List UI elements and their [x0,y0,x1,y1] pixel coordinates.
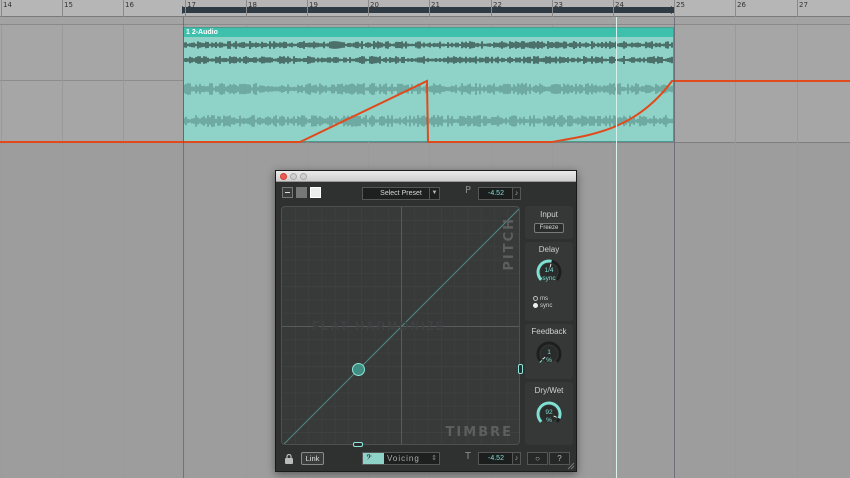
bar-tick [307,0,308,17]
bar-number: 27 [799,1,808,9]
loop-end-line [674,17,675,478]
drywet-value: 92 [545,409,553,416]
pitch-slider-handle[interactable] [518,364,523,374]
pitch-value-field[interactable]: -4.52 [478,187,514,200]
delay-title: Delay [538,245,560,254]
close-window-icon[interactable] [280,173,287,180]
plugin-titlebar[interactable] [276,171,576,182]
ruler-lower-strip [0,17,850,25]
bar-number: 16 [125,1,134,9]
loop-start-line [183,17,184,478]
timbre-letter: T [465,451,472,462]
bar-tick [735,0,736,17]
view-large-icon[interactable] [310,187,321,198]
bar-number: 26 [737,1,746,9]
bar-tick [674,0,675,17]
feedback-value: 1 [547,349,551,356]
bar-number: 17 [187,1,196,9]
automation-envelope[interactable] [0,25,850,145]
automation-line[interactable] [0,79,850,143]
preset-dropdown-arrow-icon[interactable]: ▼ [429,188,439,199]
side-panel: Input Freeze Delay 1/4 sync ms sync Feed… [525,206,573,445]
voicing-selector[interactable]: 𝄢 Voicing ⇕ [362,452,440,465]
pitch-note-icon[interactable]: ♪ [512,187,521,200]
bar-tick [491,0,492,17]
delay-value: 1/4 [544,267,554,274]
plugin-toolbar: Select Preset ▼ P -4.52 ♪ [276,182,576,204]
drywet-unit: % [546,417,552,424]
drywet-section: Dry/Wet 92 % [525,382,573,445]
timeline-ruler[interactable]: 14 15 16 17 18 19 20 21 22 23 24 25 26 27 [0,0,850,17]
bar-number: 14 [3,1,12,9]
pitch-letter: P [465,185,472,196]
bar-number: 23 [554,1,563,9]
input-section: Input Freeze [525,206,573,239]
xy-pad-handle[interactable] [352,363,365,376]
bar-number: 19 [309,1,318,9]
preset-selector[interactable]: Select Preset ▼ [362,187,440,200]
bar-tick [797,0,798,17]
delay-mode-ms[interactable]: ms [533,296,548,302]
voicing-stepper-icon[interactable]: ⇕ [431,453,437,464]
bar-tick [552,0,553,17]
bar-tick [368,0,369,17]
resize-grip-icon[interactable] [567,462,575,470]
playhead[interactable] [616,17,617,478]
bar-tick [613,0,614,17]
bar-tick [62,0,63,17]
bar-number: 22 [493,1,502,9]
drywet-title: Dry/Wet [534,386,564,395]
feedback-title: Feedback [531,327,567,336]
view-small-icon[interactable] [282,187,293,198]
loop-end-marker[interactable] [666,6,672,14]
dash-icon [285,192,290,193]
delay-unit: sync [542,275,556,282]
bar-number: 20 [370,1,379,9]
timbre-slider-handle[interactable] [353,442,363,447]
sync-label: sync [540,303,553,309]
timbre-value-field[interactable]: -4.52 [478,452,514,465]
voicing-label: Voicing [387,454,420,463]
pad-ghost-label: FLAT HARMONIZE [312,319,446,333]
zoom-window-icon[interactable] [300,173,307,180]
pitch-timbre-xy-pad[interactable]: FLAT HARMONIZE PITCH TIMBRE [281,206,520,445]
preset-label: Select Preset [380,190,422,197]
input-title: Input [540,210,558,219]
timbre-note-icon[interactable]: ♪ [512,452,521,465]
bar-number: 15 [64,1,73,9]
delay-mode-sync[interactable]: sync [533,303,552,309]
sync-radio-icon[interactable] [533,303,538,308]
bar-number: 24 [615,1,624,9]
pitch-axis-label: PITCH [502,217,517,271]
bar-tick [246,0,247,17]
timbre-axis-label: TIMBRE [445,425,513,440]
plugin-bottom-bar: Link 𝄢 Voicing ⇕ T -4.52 ♪ ○ ? [276,449,576,471]
power-button-icon[interactable]: ○ [527,452,548,465]
ms-radio-icon[interactable] [533,296,538,301]
freeze-button[interactable]: Freeze [534,223,564,233]
feedback-unit: % [546,357,552,364]
bass-clef-icon: 𝄢 [366,453,372,463]
bar-number: 18 [248,1,257,9]
view-medium-icon[interactable] [296,187,307,198]
lock-icon[interactable] [284,454,294,464]
bar-number: 25 [676,1,685,9]
plugin-window: Select Preset ▼ P -4.52 ♪ FLAT HARMONIZE… [275,170,577,472]
bar-tick [429,0,430,17]
minimize-window-icon[interactable] [290,173,297,180]
feedback-section: Feedback 1 % [525,324,573,379]
ms-label: ms [540,296,548,302]
bar-tick [1,0,2,17]
link-button[interactable]: Link [301,452,324,465]
delay-section: Delay 1/4 sync ms sync [525,242,573,321]
bar-tick [123,0,124,17]
bar-number: 21 [431,1,440,9]
bar-tick [185,0,186,17]
